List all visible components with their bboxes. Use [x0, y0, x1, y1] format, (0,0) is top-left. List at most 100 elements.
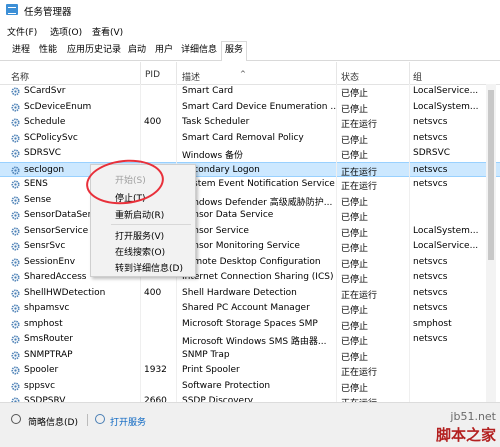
service-status: 已停止 — [341, 321, 369, 332]
service-description: Sensor Service — [182, 225, 249, 236]
table-row[interactable]: Schedule 400 Task Scheduler 正在运行 netsvcs — [0, 115, 500, 131]
table-row[interactable]: shpamsvc Shared PC Account Manager 已停止 nets… — [0, 301, 500, 317]
service-name: shpamsvc — [24, 303, 70, 313]
service-group: netsvcs — [413, 164, 448, 175]
sort-caret-icon: ^ — [240, 70, 246, 78]
service-description: Smart Card Device Enumeration ... — [182, 101, 337, 112]
tab-app-history[interactable]: 应用历史记录 — [64, 42, 124, 59]
service-gear-icon — [11, 319, 20, 329]
service-name: ShellHWDetection — [24, 287, 106, 298]
service-status: 正在运行 — [341, 167, 378, 178]
table-header: ^ 名称 PID 描述 状态 组 — [0, 62, 500, 85]
service-description: System Event Notification Service — [182, 179, 335, 189]
table-row[interactable]: ShellHWDetection 400 Shell Hardware Detect… — [0, 286, 500, 302]
service-status: 已停止 — [341, 352, 369, 363]
menu-bar: 文件(F) 选项(O) 查看(V) — [0, 22, 500, 38]
service-gear-icon — [11, 381, 20, 391]
table-row[interactable]: SDRSVC Windows 备份 已停止 SDRSVC — [0, 146, 500, 162]
service-description: Windows Defender 高级威胁防护... — [182, 197, 333, 208]
service-gear-icon — [11, 165, 20, 175]
table-row[interactable]: SensorService Sensor Service 已停止 LocalSyste… — [0, 224, 500, 240]
table-row[interactable]: sppsvc Software Protection 已停止 — [0, 379, 500, 395]
menu-view[interactable]: 查看(V) — [92, 25, 123, 38]
table-row[interactable]: SensrSvc Sensor Monitoring Service 已停止 Loca… — [0, 239, 500, 255]
service-gear-icon — [11, 273, 20, 282]
footer-bar: 简略信息(D) 打开服务 jb51.net 脚本之家 — [0, 402, 500, 447]
table-row[interactable]: Sense Windows Defender 高级威胁防护... 已停止 — [0, 193, 500, 209]
table-row[interactable]: SCPolicySvc Smart Card Removal Policy 已停止 n… — [0, 131, 500, 147]
context-search-online[interactable]: 在线搜索(O) — [115, 245, 165, 258]
service-status: 已停止 — [341, 151, 369, 161]
vertical-scrollbar[interactable] — [486, 84, 496, 402]
service-status: 已停止 — [341, 228, 369, 239]
context-restart[interactable]: 重新启动(R) — [115, 208, 164, 221]
context-go-to-details[interactable]: 转到详细信息(D) — [115, 261, 183, 274]
menu-file[interactable]: 文件(F) — [7, 25, 37, 38]
service-description: Remote Desktop Configuration — [182, 256, 321, 267]
service-group: netsvcs — [413, 256, 448, 267]
service-status: 已停止 — [341, 337, 369, 347]
service-gear-icon — [11, 350, 20, 360]
service-group: smphost — [413, 318, 452, 329]
open-services-link[interactable]: 打开服务 — [110, 415, 146, 428]
tab-users[interactable]: 用户 — [152, 42, 176, 59]
service-group: netsvcs — [413, 287, 448, 298]
table-row[interactable]: SmsRouter Microsoft Windows SMS 路由器... 已停止… — [0, 332, 500, 348]
tab-startup[interactable]: 启动 — [125, 42, 149, 59]
service-description: SNMP Trap — [182, 349, 230, 360]
table-row[interactable]: SensorDataService Sensor Data Service 已停止 — [0, 208, 500, 224]
service-name: SCardSvr — [24, 86, 66, 96]
fewer-details-link[interactable]: 简略信息(D) — [28, 415, 78, 428]
table-row[interactable]: SENS System Event Notification Service 正在运… — [0, 177, 500, 193]
service-gear-icon — [11, 366, 20, 375]
watermark-domain: jb51.net — [450, 410, 496, 423]
service-name: smphost — [24, 318, 63, 329]
column-header-group[interactable]: 组 — [413, 70, 422, 83]
column-header-name[interactable]: 名称 — [11, 70, 29, 83]
service-gear-icon — [11, 226, 20, 236]
tab-details[interactable]: 详细信息 — [178, 42, 220, 59]
service-description: Shared PC Account Manager — [182, 303, 310, 313]
service-gear-icon — [11, 304, 20, 313]
column-header-pid[interactable]: PID — [145, 70, 160, 80]
service-gear-icon — [11, 133, 20, 143]
service-status: 已停止 — [341, 213, 369, 223]
title-bar: 任务管理器 — [0, 0, 500, 20]
service-description: Windows 备份 — [182, 151, 244, 161]
column-header-status[interactable]: 状态 — [341, 70, 359, 83]
service-status: 已停止 — [341, 104, 369, 115]
column-header-description[interactable]: 描述 — [182, 70, 200, 83]
table-row[interactable]: Spooler 1932 Print Spooler 正在运行 — [0, 363, 500, 379]
service-description: Secondary Logon — [182, 164, 260, 175]
service-description: Smart Card Removal Policy — [182, 132, 304, 143]
scrollbar-thumb[interactable] — [488, 90, 494, 260]
table-row[interactable]: SNMPTRAP SNMP Trap 已停止 — [0, 348, 500, 364]
table-row[interactable]: ScDeviceEnum Smart Card Device Enumeratio… — [0, 100, 500, 116]
service-description: Task Scheduler — [182, 117, 250, 127]
tab-processes[interactable]: 进程 — [9, 42, 33, 59]
service-name: Spooler — [24, 365, 59, 375]
services-gear-icon — [95, 414, 105, 424]
context-divider — [111, 224, 191, 225]
table-row[interactable]: SSDPSRV2660SSDP Discovery正在运行 — [0, 394, 500, 402]
table-row[interactable]: seclogon Secondary Logon 正在运行 netsvcs — [0, 161, 500, 178]
table-row[interactable]: SharedAccess Internet Connection Sharing … — [0, 270, 500, 286]
table-row[interactable]: SCardSvr Smart Card 已停止 LocalService... — [0, 84, 500, 100]
service-gear-icon — [11, 118, 20, 127]
menu-options[interactable]: 选项(O) — [50, 25, 82, 38]
table-row[interactable]: SessionEnv Remote Desktop Configuration 已停… — [0, 255, 500, 271]
collapse-chevron-icon[interactable] — [11, 414, 21, 424]
service-gear-icon — [11, 335, 20, 344]
tab-services[interactable]: 服务 — [221, 41, 248, 61]
service-gear-icon — [11, 102, 20, 112]
service-description: Software Protection — [182, 380, 271, 391]
tab-performance[interactable]: 性能 — [36, 42, 60, 59]
watermark-brand: 脚本之家 — [435, 426, 496, 444]
services-table: ^ 名称 PID 描述 状态 组 SCardSvr Smart Card 已停止 Lo… — [0, 62, 500, 402]
service-status: 已停止 — [341, 89, 369, 99]
service-status: 已停止 — [341, 244, 369, 254]
service-description: Microsoft Windows SMS 路由器... — [182, 337, 327, 347]
context-open-services[interactable]: 打开服务(V) — [115, 229, 164, 242]
table-row[interactable]: smphost Microsoft Storage Spaces SMP 已停止 sm… — [0, 317, 500, 333]
service-status: 已停止 — [341, 383, 369, 394]
